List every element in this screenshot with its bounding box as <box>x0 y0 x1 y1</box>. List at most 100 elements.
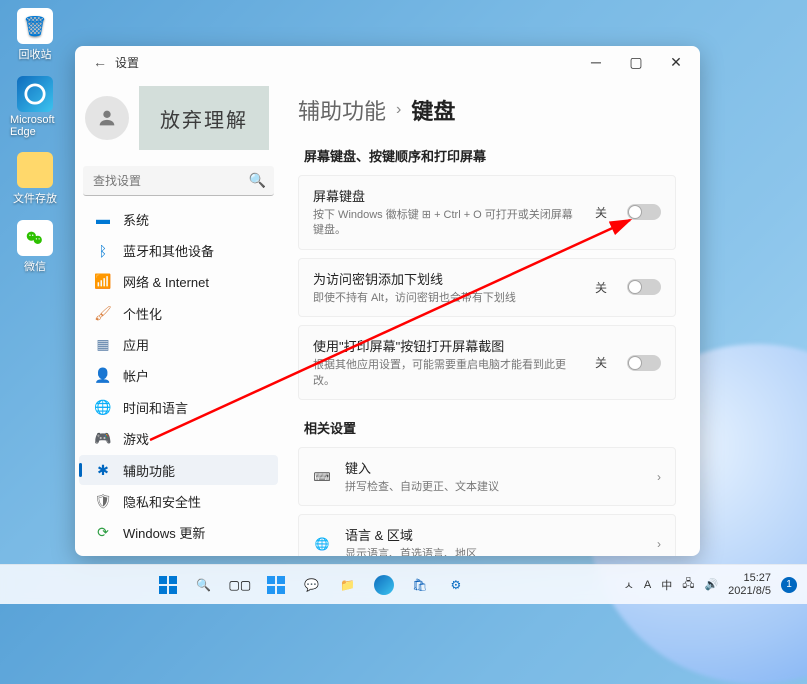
settings-window: ← 设置 ─ ▢ ✕ 放弃理解 🔍 ▬ 系统 ᛒ 蓝牙和其他设备 📶 网络 & Int… <box>75 46 700 556</box>
chevron-right-icon: › <box>657 470 661 484</box>
toggle-state: 关 <box>595 204 607 221</box>
nav-system[interactable]: ▬ 系统 <box>79 204 278 234</box>
related-subtitle: 拼写检查、自动更正、文本建议 <box>345 480 643 495</box>
nav-time-language[interactable]: 🌐 时间和语言 <box>79 392 278 422</box>
recycle-bin[interactable]: 🗑 回收站 <box>10 8 60 62</box>
close-button[interactable]: ✕ <box>656 47 696 77</box>
edge-taskbar-button[interactable] <box>369 570 399 600</box>
nav-label: 隐私和安全性 <box>123 492 201 511</box>
widgets-button[interactable] <box>261 570 291 600</box>
nav-accessibility[interactable]: ✱辅助功能 <box>79 455 278 485</box>
breadcrumb-parent[interactable]: 辅助功能 <box>298 94 386 126</box>
gaming-icon: 🎮 <box>95 431 111 447</box>
keyboard-icon: ⌨ <box>313 468 331 486</box>
shield-icon: 🛡 <box>95 493 111 509</box>
related-title: 键入 <box>345 458 643 477</box>
toggle-switch[interactable] <box>627 355 661 371</box>
window-title: 设置 <box>115 54 139 71</box>
folder-icon <box>17 152 53 188</box>
task-view-button[interactable]: ▢▢ <box>225 570 255 600</box>
search-icon: 🔍 <box>249 172 266 189</box>
card-subtitle: 即使不持有 Alt，访问密钥也会带有下划线 <box>313 291 581 306</box>
nav-label: 帐户 <box>123 366 149 385</box>
recycle-bin-icon: 🗑 <box>17 8 53 44</box>
breadcrumb: 辅助功能 › 键盘 <box>298 94 676 126</box>
notification-badge[interactable]: 1 <box>781 577 797 593</box>
nav-gaming[interactable]: 🎮 游戏 <box>79 424 278 454</box>
back-button[interactable]: ← <box>85 54 115 70</box>
nav-windows-update[interactable]: ⟳ Windows 更新 <box>79 518 278 548</box>
card-title: 为访问密钥添加下划线 <box>313 269 581 288</box>
search-button[interactable]: 🔍 <box>189 570 219 600</box>
toggle-state: 关 <box>595 354 607 371</box>
related-subtitle: 显示语言、首选语言、地区 <box>345 547 643 556</box>
main-panel: 辅助功能 › 键盘 屏幕键盘、按键顺序和打印屏幕 屏幕键盘 按下 Windows… <box>290 78 700 556</box>
toggle-state: 关 <box>595 279 607 296</box>
nav-label: 系统 <box>123 210 149 229</box>
wechat-label: 微信 <box>24 258 46 274</box>
nav-label: 时间和语言 <box>123 398 188 417</box>
card-underline-access-keys[interactable]: 为访问密钥添加下划线 即使不持有 Alt，访问密钥也会带有下划线 关 <box>298 258 676 317</box>
folder-shortcut[interactable]: 文件存放 <box>10 152 60 206</box>
system-icon: ▬ <box>95 211 111 227</box>
settings-taskbar-button[interactable]: ⚙ <box>441 570 471 600</box>
nav-label: 个性化 <box>123 304 162 323</box>
wifi-icon: 📶 <box>95 274 111 290</box>
titlebar: ← 设置 ─ ▢ ✕ <box>75 46 700 78</box>
wechat-icon <box>17 220 53 256</box>
profile-block[interactable]: 放弃理解 <box>75 86 282 160</box>
explorer-button[interactable]: 📁 <box>333 570 363 600</box>
network-icon[interactable]: 🖧 <box>682 575 694 594</box>
volume-icon[interactable]: 🔊 <box>704 578 718 591</box>
nav-label: 蓝牙和其他设备 <box>123 241 214 260</box>
card-subtitle: 按下 Windows 徽标键 ⊞ + Ctrl + O 可打开或关闭屏幕键盘。 <box>313 208 581 239</box>
edge-label: Microsoft Edge <box>10 114 60 138</box>
nav-network[interactable]: 📶 网络 & Internet <box>79 267 278 297</box>
avatar-icon <box>85 96 129 140</box>
tray-overflow[interactable]: ㅅ <box>624 577 634 593</box>
related-title: 语言 & 区域 <box>345 525 643 544</box>
bluetooth-icon: ᛒ <box>95 243 111 259</box>
clock[interactable]: 15:27 2021/8/5 <box>728 572 771 596</box>
search-input[interactable] <box>83 166 274 196</box>
ime-lang[interactable]: A <box>644 579 651 591</box>
card-title: 屏幕键盘 <box>313 186 581 205</box>
chevron-right-icon: › <box>396 101 401 119</box>
nav-apps[interactable]: ▦ 应用 <box>79 329 278 359</box>
nav-bluetooth[interactable]: ᛒ 蓝牙和其他设备 <box>79 235 278 265</box>
nav-label: 游戏 <box>123 429 149 448</box>
search-box[interactable]: 🔍 <box>83 166 274 196</box>
nav-label: Windows 更新 <box>123 523 205 542</box>
taskbar: 🔍 ▢▢ 💬 📁 🛍 ⚙ ㅅ A 中 🖧 🔊 15:27 2021/8/5 1 <box>0 564 807 604</box>
wechat-shortcut[interactable]: 微信 <box>10 220 60 274</box>
clock-date: 2021/8/5 <box>728 585 771 597</box>
store-button[interactable]: 🛍 <box>405 570 435 600</box>
nav-label: 网络 & Internet <box>123 272 209 291</box>
edge-icon <box>17 76 53 112</box>
nav-label: 应用 <box>123 335 149 354</box>
chevron-right-icon: › <box>657 537 661 551</box>
recycle-bin-label: 回收站 <box>19 46 52 62</box>
toggle-switch[interactable] <box>627 204 661 220</box>
globe-icon: 🌐 <box>95 399 111 415</box>
nav-personalization[interactable]: 🖌 个性化 <box>79 298 278 328</box>
apps-icon: ▦ <box>95 337 111 353</box>
brush-icon: 🖌 <box>95 305 111 321</box>
nav-privacy[interactable]: 🛡 隐私和安全性 <box>79 486 278 516</box>
related-typing[interactable]: ⌨ 键入 拼写检查、自动更正、文本建议 › <box>298 447 676 506</box>
update-icon: ⟳ <box>95 525 111 541</box>
card-onscreen-keyboard[interactable]: 屏幕键盘 按下 Windows 徽标键 ⊞ + Ctrl + O 可打开或关闭屏… <box>298 175 676 250</box>
card-print-screen[interactable]: 使用"打印屏幕"按钮打开屏幕截图 根据其他应用设置，可能需要重启电脑才能看到此更… <box>298 325 676 400</box>
edge-shortcut[interactable]: Microsoft Edge <box>10 76 60 138</box>
ime-mode[interactable]: 中 <box>661 577 672 593</box>
maximize-button[interactable]: ▢ <box>616 47 656 77</box>
clock-time: 15:27 <box>728 572 771 584</box>
related-language-region[interactable]: 🌐 语言 & 区域 显示语言、首选语言、地区 › <box>298 514 676 556</box>
folder-label: 文件存放 <box>13 190 57 206</box>
start-button[interactable] <box>153 570 183 600</box>
chat-button[interactable]: 💬 <box>297 570 327 600</box>
system-tray: ㅅ A 中 🖧 🔊 15:27 2021/8/5 1 <box>624 572 807 596</box>
minimize-button[interactable]: ─ <box>576 47 616 77</box>
nav-accounts[interactable]: 👤帐户 <box>79 361 278 391</box>
toggle-switch[interactable] <box>627 279 661 295</box>
